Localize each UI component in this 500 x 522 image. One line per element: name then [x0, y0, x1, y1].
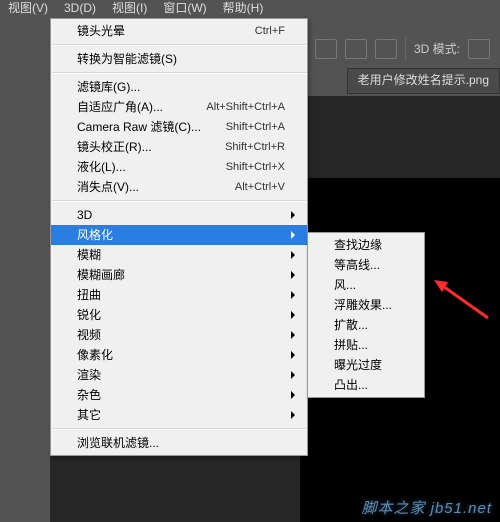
menu-separator	[52, 428, 306, 430]
menu-item-camera-raw[interactable]: Camera Raw 滤镜(C)...Shift+Ctrl+A	[51, 117, 307, 137]
document-tabs: 老用户修改姓名提示.png	[347, 68, 500, 94]
menu-item-blur-gallery[interactable]: 模糊画廊	[51, 265, 307, 285]
menubar-item[interactable]: 帮助(H)	[215, 0, 272, 18]
submenu-item-tiles[interactable]: 拼贴...	[308, 335, 424, 355]
menu-item-noise[interactable]: 杂色	[51, 385, 307, 405]
submenu-item-find-edges[interactable]: 查找边缘	[308, 235, 424, 255]
menu-item-last-filter[interactable]: 镜头光晕Ctrl+F	[51, 21, 307, 41]
menu-item-liquify[interactable]: 液化(L)...Shift+Ctrl+X	[51, 157, 307, 177]
menu-item-other[interactable]: 其它	[51, 405, 307, 425]
submenu-item-extrude[interactable]: 凸出...	[308, 375, 424, 395]
menubar-item[interactable]: 3D(D)	[56, 0, 104, 18]
watermark: 脚本之家 jb51.net	[361, 501, 492, 516]
submenu-item-emboss[interactable]: 浮雕效果...	[308, 295, 424, 315]
menu-separator	[52, 72, 306, 74]
tool-icon[interactable]	[345, 39, 367, 59]
menu-item-render[interactable]: 渲染	[51, 365, 307, 385]
stylize-submenu: 查找边缘 等高线... 风... 浮雕效果... 扩散... 拼贴... 曝光过…	[307, 232, 425, 398]
filter-menu: 镜头光晕Ctrl+F 转换为智能滤镜(S) 滤镜库(G)... 自适应广角(A)…	[50, 18, 308, 456]
menu-item-distort[interactable]: 扭曲	[51, 285, 307, 305]
menu-item-blur[interactable]: 模糊	[51, 245, 307, 265]
menu-item-lens-correction[interactable]: 镜头校正(R)...Shift+Ctrl+R	[51, 137, 307, 157]
menu-item-browse-online[interactable]: 浏览联机滤镜...	[51, 433, 307, 453]
submenu-item-wind[interactable]: 风...	[308, 275, 424, 295]
menu-item-sharpen[interactable]: 锐化	[51, 305, 307, 325]
menu-separator	[52, 200, 306, 202]
submenu-item-diffuse[interactable]: 扩散...	[308, 315, 424, 335]
tool-icon[interactable]	[315, 39, 337, 59]
tool-icon[interactable]	[375, 39, 397, 59]
menubar-item[interactable]: 窗口(W)	[155, 0, 214, 18]
menu-item-filter-gallery[interactable]: 滤镜库(G)...	[51, 77, 307, 97]
menu-item-pixelate[interactable]: 像素化	[51, 345, 307, 365]
menu-item-vanishing-point[interactable]: 消失点(V)...Alt+Ctrl+V	[51, 177, 307, 197]
mode-label: 3D 模式:	[414, 43, 460, 55]
menu-item-adaptive-wide-angle[interactable]: 自适应广角(A)...Alt+Shift+Ctrl+A	[51, 97, 307, 117]
menubar-item[interactable]: 视图(I)	[104, 0, 155, 18]
menu-item-stylize[interactable]: 风格化	[51, 225, 307, 245]
mode-icon[interactable]	[468, 39, 490, 59]
menu-separator	[52, 44, 306, 46]
separator	[405, 37, 406, 61]
app-menubar: 视图(V) 3D(D) 视图(I) 窗口(W) 帮助(H)	[0, 0, 500, 18]
menu-item-smart-filter[interactable]: 转换为智能滤镜(S)	[51, 49, 307, 69]
menubar-item[interactable]: 视图(V)	[0, 0, 56, 18]
menu-item-3d[interactable]: 3D	[51, 205, 307, 225]
document-tab[interactable]: 老用户修改姓名提示.png	[347, 68, 500, 94]
submenu-item-solarize[interactable]: 曝光过度	[308, 355, 424, 375]
menu-item-video[interactable]: 视频	[51, 325, 307, 345]
submenu-item-trace-contour[interactable]: 等高线...	[308, 255, 424, 275]
options-bar: 3D 模式:	[305, 32, 500, 66]
